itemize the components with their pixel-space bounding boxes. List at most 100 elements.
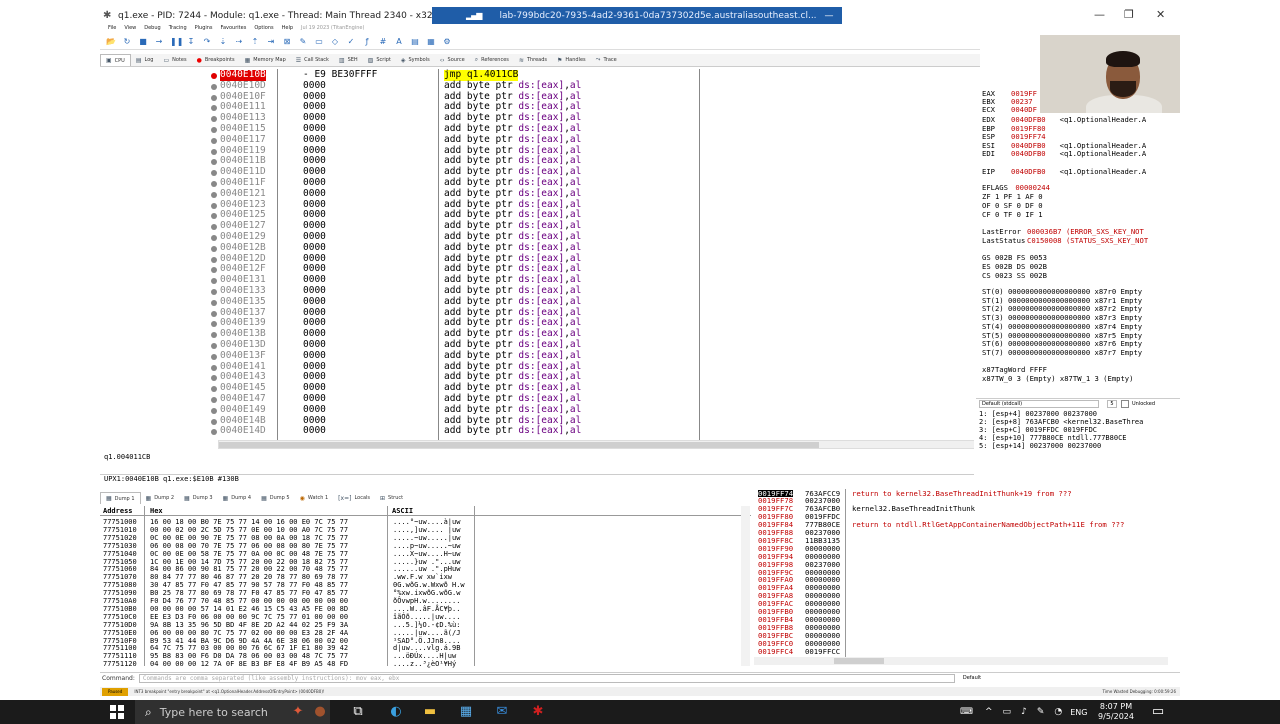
chevron-up-icon[interactable]: ^ — [985, 707, 993, 717]
stack-arguments[interactable]: 1: [esp+4] 00237000 00237000 2: [esp+8] … — [976, 410, 1180, 452]
disasm-row[interactable]: 0040E149 0000 add byte ptr ds:[eax],al — [208, 404, 968, 416]
fpu-row[interactable]: ST(4) 0000000000000000000 x87r4 Empty — [982, 322, 1142, 331]
notification-icon[interactable]: ▭ — [1150, 704, 1166, 720]
breakpoint-dot[interactable] — [211, 321, 217, 328]
flags-line-2[interactable]: OF 0 SF 0 DF 0 — [982, 201, 1043, 210]
segment-line-2[interactable]: ES 002B DS 002B — [982, 262, 1047, 271]
breakpoint-dot[interactable] — [211, 418, 217, 425]
tab-dump-3[interactable]: ▦ Dump 3 — [179, 492, 218, 504]
last-status-row[interactable]: LastStatus C0150008 (STATUS_SXS_KEY_NOT — [982, 236, 1148, 245]
edge-icon[interactable]: ◐ — [388, 704, 404, 720]
disassembly-view[interactable]: 0040E10B - E9 BE30FFFF jmp q1.4011CB 004… — [100, 69, 974, 451]
trace-into-icon[interactable]: ⇣ — [218, 37, 228, 47]
wifi-icon[interactable]: ◔ — [1054, 707, 1062, 717]
tab-struct[interactable]: ⊞ Struct — [375, 492, 408, 504]
stack-arg-row[interactable]: 4: [esp+10] 777B80CE ntdll.777B80CE — [979, 434, 1180, 442]
language-indicator[interactable]: ENG — [1070, 708, 1087, 717]
breakpoint-dot[interactable] — [211, 245, 217, 252]
hash-icon[interactable]: # — [378, 37, 388, 47]
registers-panel[interactable]: EAX 0019FF EBX 00237 ECX 0040DF EDX 0040DFB0 <q1… — [976, 69, 1180, 449]
menu-view[interactable]: View — [124, 25, 136, 31]
breakpoint-dot[interactable] — [211, 332, 217, 339]
fpu-row[interactable]: ST(1) 0000000000000000000 x87r1 Empty — [982, 296, 1142, 305]
memory-icon[interactable]: ▦ — [426, 37, 436, 47]
step-into-icon[interactable]: ↧ — [186, 37, 196, 47]
scroll-thumb[interactable] — [219, 442, 819, 448]
breakpoint-dot[interactable] — [211, 289, 217, 295]
tab-watch-1[interactable]: ◉ Watch 1 — [295, 492, 334, 504]
tagword-row-2[interactable]: x87TW_0 3 (Empty) x87TW_1 3 (Empty) — [982, 374, 1133, 383]
disasm-row[interactable]: 0040E14D 0000 add byte ptr ds:[eax],al — [208, 425, 968, 437]
breakpoint-dot[interactable] — [211, 407, 217, 414]
menu-debug[interactable]: Debug — [144, 25, 160, 31]
dump-vertical-scrollbar[interactable] — [741, 506, 750, 666]
argument-count-spinner[interactable]: 5 — [1107, 399, 1117, 408]
tab-script[interactable]: ▧ Script — [363, 54, 396, 66]
open-icon[interactable]: 📂 — [106, 37, 116, 47]
breakpoint-dot[interactable] — [211, 202, 217, 209]
tab-dump-2[interactable]: ▦ Dump 2 — [141, 492, 180, 504]
breakpoint-dot[interactable] — [211, 191, 217, 198]
breakpoint-dot[interactable] — [211, 137, 217, 144]
fpu-row[interactable]: ST(6) 0000000000000000000 x87r6 Empty — [982, 339, 1142, 348]
tab-trace[interactable]: ⤳ Trace — [591, 54, 622, 66]
disasm-horizontal-scrollbar[interactable] — [218, 440, 974, 449]
breakpoint-dot[interactable] — [211, 181, 217, 187]
register-row[interactable]: EDI 0040DFB0 <q1.OptionalHeader.A — [982, 149, 1146, 158]
tab-memory-map[interactable]: ▦ Memory Map — [240, 54, 291, 66]
command-input[interactable]: Commands are comma separated (like assem… — [138, 673, 955, 683]
memory-dump[interactable]: Address Hex ASCII 77751000 16 00 18 00 B0… — [100, 506, 751, 668]
disasm-row[interactable]: 0040E12B 0000 add byte ptr ds:[eax],al — [208, 242, 968, 254]
tab-handles[interactable]: ⚑ Handles — [552, 54, 591, 66]
fpu-row[interactable]: ST(5) 0000000000000000000 x87r5 Empty — [982, 331, 1142, 340]
breakpoint-dot[interactable] — [211, 148, 217, 155]
breakpoint-dot[interactable] — [211, 224, 217, 231]
step-over-icon[interactable]: ↷ — [202, 37, 212, 47]
breakpoint-dot[interactable] — [211, 94, 217, 101]
breakpoint-dot[interactable] — [211, 343, 217, 349]
disasm-row[interactable]: 0040E13F 0000 add byte ptr ds:[eax],al — [208, 350, 968, 362]
tab-seh[interactable]: ▥ SEH — [334, 54, 363, 66]
breakpoint-dot[interactable] — [211, 159, 217, 166]
segment-line-1[interactable]: GS 002B FS 0053 — [982, 253, 1047, 262]
flags-line-3[interactable]: CF 0 TF 0 IF 1 — [982, 210, 1043, 219]
tab-dump-4[interactable]: ▦ Dump 4 — [218, 492, 257, 504]
remote-restore-button[interactable]: ❐ — [842, 11, 850, 21]
stack-arg-row[interactable]: 2: [esp+8] 763AFCB0 <kernel32.BaseThrea — [979, 418, 1180, 426]
tab-notes[interactable]: ▭ Notes — [158, 54, 191, 66]
football-icon[interactable]: ● — [312, 704, 328, 720]
menu-plugins[interactable]: Plugins — [195, 25, 213, 31]
tab-references[interactable]: ⌕ References — [470, 54, 514, 66]
menu-options[interactable]: Options — [254, 25, 273, 31]
breakpoint-dot[interactable] — [211, 267, 217, 274]
fpu-row[interactable]: ST(0) 0000000000000000000 x87r0 Empty — [982, 287, 1142, 296]
minimize-button[interactable]: — — [1094, 8, 1105, 21]
taskbar-clock[interactable]: 8:07 PM 9/5/2024 — [1096, 702, 1136, 722]
scroll-thumb[interactable] — [834, 658, 884, 664]
breakpoint-dot[interactable] — [211, 116, 217, 123]
register-row[interactable]: EDX 0040DFB0 <q1.OptionalHeader.A — [982, 115, 1146, 124]
label-icon[interactable]: ◇ — [330, 37, 340, 47]
tab-breakpoints[interactable]: ● Breakpoints — [192, 54, 240, 66]
hex-column-header[interactable]: Hex — [150, 507, 163, 515]
scylla-icon[interactable]: ⊠ — [282, 37, 292, 47]
breakpoint-dot[interactable] — [211, 105, 217, 112]
tab-log[interactable]: ▤ Log — [131, 54, 159, 66]
tab-threads[interactable]: ≋ Threads — [514, 54, 552, 66]
settings-icon[interactable]: ⚙ — [442, 37, 452, 47]
stack-arg-row[interactable]: 1: [esp+4] 00237000 00237000 — [979, 410, 1180, 418]
fpu-row[interactable]: ST(3) 0000000000000000000 x87r3 Empty — [982, 313, 1142, 322]
tab-locals[interactable]: [x=] Locals — [333, 492, 375, 504]
pen-icon[interactable]: ✎ — [1037, 707, 1045, 717]
bookmark-icon[interactable]: ✓ — [346, 37, 356, 47]
comment-icon[interactable]: ▭ — [314, 37, 324, 47]
address-column-header[interactable]: Address — [103, 507, 133, 515]
breakpoint-dot[interactable] — [211, 73, 217, 79]
restart-icon[interactable]: ↻ — [122, 37, 132, 47]
calculator-icon[interactable]: ▤ — [410, 37, 420, 47]
calling-convention-select[interactable]: Default (stdcall) — [979, 399, 1099, 408]
remote-minimize-button[interactable]: — — [825, 11, 834, 21]
task-view-icon[interactable]: ⧉ — [350, 704, 366, 720]
tab-symbols[interactable]: ◈ Symbols — [396, 54, 435, 66]
x64dbg-taskbar-icon[interactable]: ✱ — [530, 704, 546, 720]
